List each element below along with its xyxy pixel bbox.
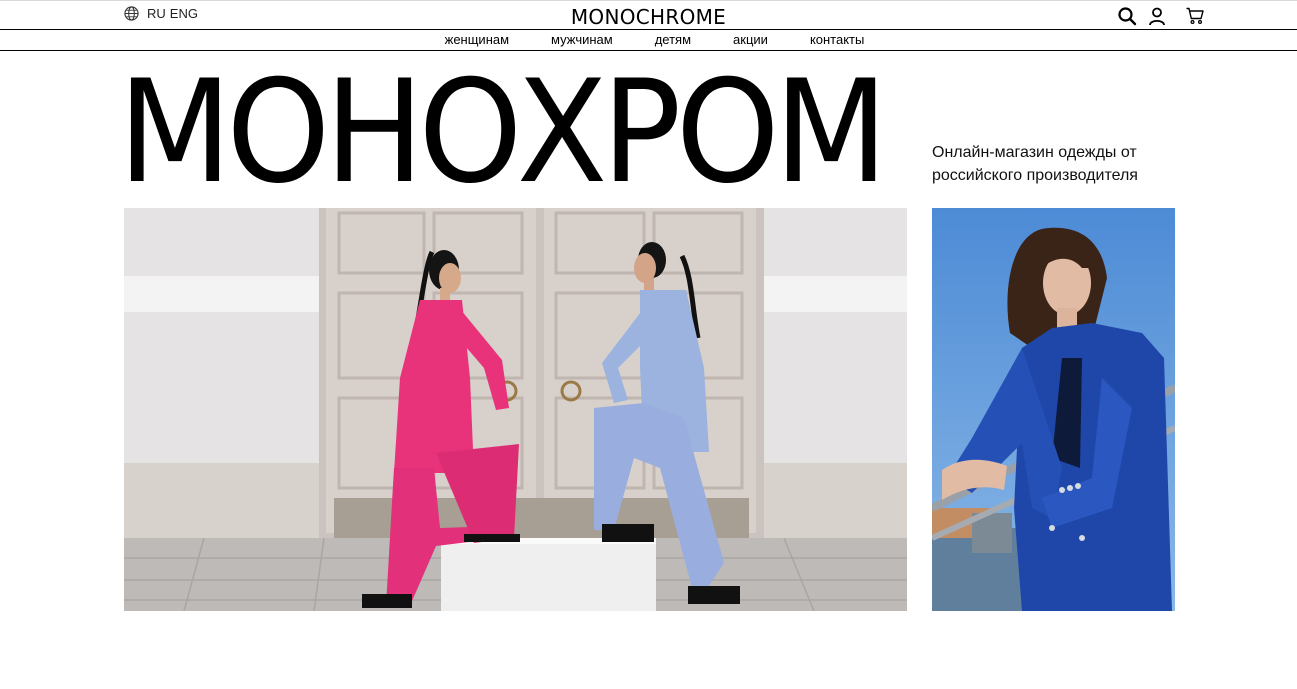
cart-icon[interactable] (1185, 6, 1205, 26)
hero-photo-woman-blue-jacket[interactable] (932, 208, 1175, 611)
nav-item-contacts[interactable]: контакты (810, 30, 864, 50)
main-nav: женщинам мужчинам детям акции контакты (0, 30, 1297, 51)
top-bar: RU ENG MONOCHROME (0, 0, 1297, 30)
nav-item-kids[interactable]: детям (655, 30, 691, 50)
nav-item-women[interactable]: женщинам (445, 30, 509, 50)
nav-item-sale[interactable]: акции (733, 30, 768, 50)
header-actions (1117, 6, 1205, 26)
tagline-line-2: российского производителя (932, 167, 1138, 184)
nav-item-men[interactable]: мужчинам (551, 30, 613, 50)
user-icon[interactable] (1147, 6, 1167, 26)
search-icon[interactable] (1117, 6, 1137, 26)
hero-photo-two-women[interactable] (124, 208, 907, 611)
hero-tagline: Онлайн-магазин одежды от российского про… (932, 141, 1192, 187)
site-logo[interactable]: MONOCHROME (0, 5, 1297, 29)
tagline-line-1: Онлайн-магазин одежды от (932, 144, 1137, 161)
hero-title: МОНОХРОМ (118, 50, 888, 215)
